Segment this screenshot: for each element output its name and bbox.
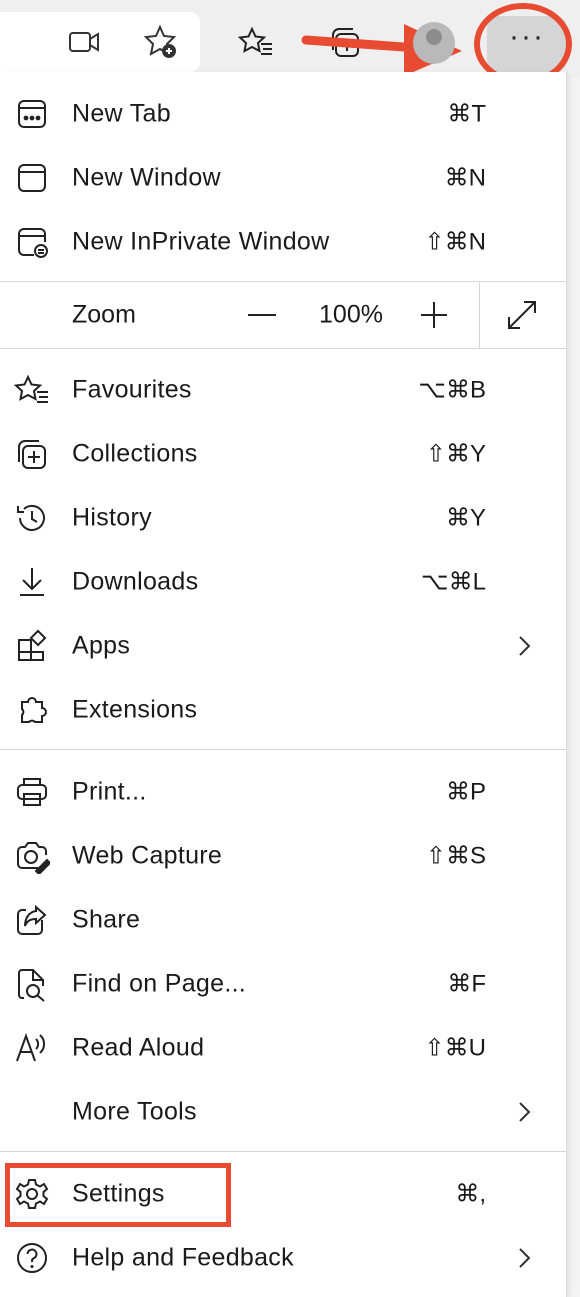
menu-item-label: Web Capture (72, 841, 223, 870)
menu-item-label: Extensions (72, 695, 198, 724)
fullscreen-button[interactable] (505, 298, 539, 332)
favourites-icon (13, 372, 50, 408)
web-capture-icon (14, 838, 52, 876)
menu-item-label: Read Aloud (72, 1033, 205, 1062)
menu-item-label: Find on Page... (72, 969, 247, 998)
menu-item-shortcut: ⌘N (444, 164, 486, 192)
menu-item-label: Favourites (72, 375, 192, 404)
read-aloud-icon (14, 1030, 50, 1066)
menu-item-label: History (72, 503, 152, 532)
menu-item-read-aloud[interactable]: Read Aloud ⇧⌘U (0, 1016, 566, 1080)
extensions-icon (14, 692, 50, 728)
menu-item-shortcut: ⌘F (447, 970, 486, 998)
menu-item-shortcut: ⌥⌘L (420, 568, 486, 596)
menu-item-more-tools[interactable]: More Tools (0, 1080, 566, 1144)
menu-item-new-window[interactable]: New Window ⌘N (0, 146, 566, 210)
chevron-right-icon (519, 1248, 531, 1268)
menu-item-label: Share (72, 905, 141, 934)
annotation-settings-highlight (5, 1163, 231, 1227)
browser-toolbar: ··· (0, 0, 580, 85)
menu-item-label: New InPrivate Window (72, 227, 330, 256)
zoom-label: Zoom (72, 300, 136, 329)
find-icon (14, 966, 50, 1002)
menu-divider (0, 1151, 566, 1152)
menu-item-shortcut: ⌥⌘B (418, 376, 486, 404)
apps-icon (14, 628, 50, 664)
menu-item-shortcut: ⇧⌘U (424, 1034, 486, 1062)
collections-icon (14, 436, 50, 472)
menu-item-shortcut: ⇧⌘N (424, 228, 486, 256)
menu-item-label: Help and Feedback (72, 1243, 294, 1272)
share-icon (14, 902, 50, 938)
download-icon (14, 564, 50, 600)
menu-item-extensions[interactable]: Extensions (0, 678, 566, 742)
menu-item-label: Apps (72, 631, 131, 660)
menu-item-label: More Tools (72, 1097, 197, 1126)
menu-item-new-inprivate-window[interactable]: New InPrivate Window ⇧⌘N (0, 210, 566, 274)
menu-item-shortcut: ⌘Y (445, 504, 486, 532)
menu-item-find-on-page[interactable]: Find on Page... ⌘F (0, 952, 566, 1016)
settings-and-more-menu: New Tab ⌘T New Window ⌘N New InPrivate W… (0, 72, 567, 1297)
chevron-right-icon (519, 1102, 531, 1122)
history-icon (14, 500, 50, 536)
menu-item-print[interactable]: Print... ⌘P (0, 760, 566, 824)
menu-item-collections[interactable]: Collections ⇧⌘Y (0, 422, 566, 486)
menu-item-new-tab[interactable]: New Tab ⌘T (0, 82, 566, 146)
zoom-out-button[interactable] (244, 300, 280, 330)
video-icon[interactable] (64, 22, 104, 62)
menu-item-downloads[interactable]: Downloads ⌥⌘L (0, 550, 566, 614)
zoom-separator (479, 282, 480, 348)
favourites-icon[interactable] (236, 22, 276, 62)
menu-divider (0, 348, 566, 349)
zoom-in-button[interactable] (418, 299, 450, 331)
menu-divider (0, 749, 566, 750)
menu-item-shortcut: ⌘, (455, 1180, 486, 1208)
menu-item-shortcut: ⌘T (447, 100, 486, 128)
menu-item-shortcut: ⇧⌘Y (425, 440, 486, 468)
new-tab-icon (14, 96, 50, 132)
profile-avatar[interactable] (413, 22, 455, 64)
menu-item-help-and-feedback[interactable]: Help and Feedback (0, 1226, 566, 1290)
new-window-icon (14, 160, 50, 196)
menu-item-favourites[interactable]: Favourites ⌥⌘B (0, 358, 566, 422)
menu-item-label: Collections (72, 439, 198, 468)
menu-item-label: New Tab (72, 99, 171, 128)
print-icon (14, 774, 50, 810)
menu-item-web-capture[interactable]: Web Capture ⇧⌘S (0, 824, 566, 888)
menu-item-history[interactable]: History ⌘Y (0, 486, 566, 550)
menu-item-apps[interactable]: Apps (0, 614, 566, 678)
menu-item-shortcut: ⌘P (445, 778, 486, 806)
zoom-value: 100% (319, 300, 383, 329)
menu-item-label: Downloads (72, 567, 199, 596)
add-favourite-icon[interactable] (140, 22, 180, 62)
menu-item-label: Print... (72, 777, 147, 806)
inprivate-icon (14, 224, 50, 260)
menu-item-share[interactable]: Share (0, 888, 566, 952)
menu-item-label: New Window (72, 163, 221, 192)
chevron-right-icon (519, 636, 531, 656)
menu-item-shortcut: ⇧⌘S (425, 842, 486, 870)
zoom-row: Zoom 100% (0, 282, 566, 348)
help-icon (14, 1240, 50, 1276)
